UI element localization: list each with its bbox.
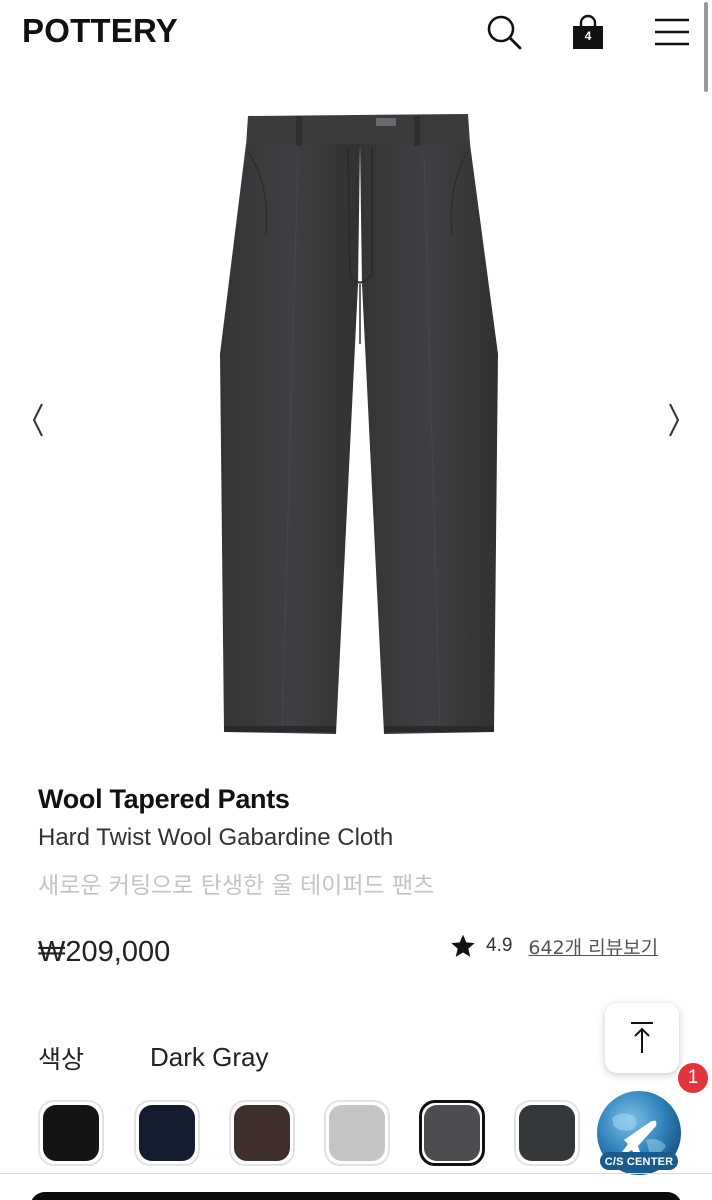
search-button[interactable]: [482, 10, 526, 54]
product-gallery: [0, 80, 712, 760]
swatch-fill: [519, 1105, 575, 1161]
product-image: [220, 114, 498, 734]
chevron-right-icon: [669, 403, 680, 437]
scroll-to-top-button[interactable]: [605, 1003, 679, 1073]
swatch-fill: [234, 1105, 290, 1161]
color-swatch[interactable]: [38, 1100, 104, 1166]
swatch-fill: [329, 1105, 385, 1161]
swatch-fill: [43, 1105, 99, 1161]
product-subname: Hard Twist Wool Gabardine Cloth: [38, 824, 394, 851]
color-swatch-selected[interactable]: [419, 1100, 485, 1166]
purchase-button[interactable]: [30, 1192, 682, 1200]
product-price: ₩209,000: [38, 936, 171, 968]
search-icon: [487, 15, 522, 50]
notification-badge: 1: [676, 1061, 710, 1095]
chevron-left-icon: [32, 403, 43, 437]
rating-value: 4.9: [486, 935, 513, 956]
star-icon: [451, 934, 475, 957]
previous-image-button[interactable]: [26, 398, 50, 442]
brand-logo[interactable]: POTTERY: [22, 12, 178, 50]
product-description: 새로운 커팅으로 탄생한 울 테이퍼드 팬츠: [38, 873, 435, 899]
cs-center-button[interactable]: C/S CENTER: [594, 1088, 684, 1178]
rating-summary: 4.9 642개 리뷰보기: [450, 930, 658, 962]
product-name: Wool Tapered Pants: [38, 784, 290, 814]
color-swatch[interactable]: [229, 1100, 295, 1166]
reviews-link[interactable]: 642개 리뷰보기: [528, 933, 658, 960]
color-swatch[interactable]: [514, 1100, 580, 1166]
color-label: 색상: [38, 1045, 85, 1074]
menu-button[interactable]: [650, 10, 694, 54]
hamburger-menu-icon: [655, 18, 689, 46]
color-swatch[interactable]: [324, 1100, 390, 1166]
arrow-up-to-top-icon: [631, 1022, 653, 1053]
cart-count-badge: 4: [584, 29, 592, 43]
color-swatch[interactable]: [134, 1100, 200, 1166]
swatch-fill: [139, 1105, 195, 1161]
next-image-button[interactable]: [662, 398, 686, 442]
bottom-divider: [0, 1173, 712, 1174]
selected-color-name: Dark Gray: [150, 1042, 269, 1072]
cart-button[interactable]: 4: [566, 10, 610, 54]
top-header: POTTERY 4: [0, 0, 712, 66]
cs-center-label: C/S CENTER: [604, 1156, 674, 1168]
page-scrollbar[interactable]: [704, 2, 708, 92]
swatch-fill: [424, 1105, 480, 1161]
